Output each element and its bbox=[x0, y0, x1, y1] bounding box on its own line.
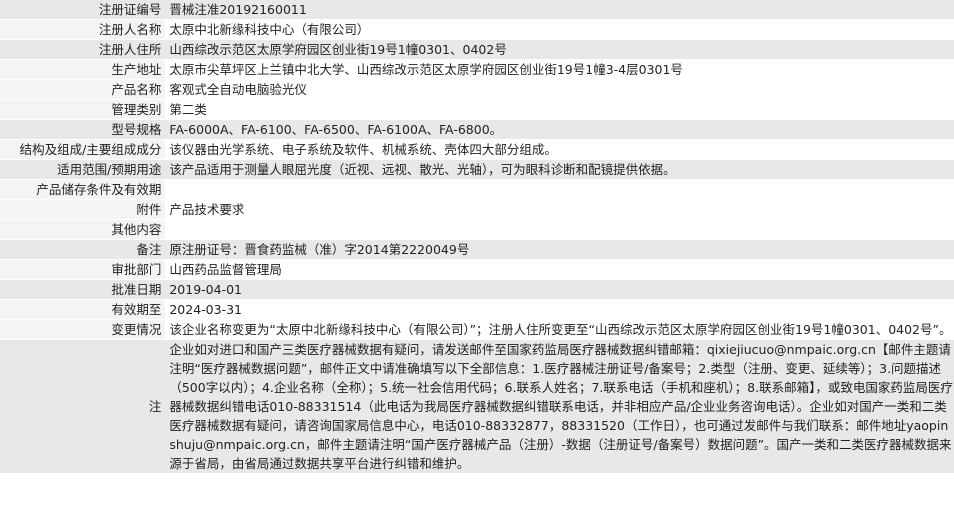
field-value: 太原中北新缘科技中心（有限公司） bbox=[165, 19, 954, 40]
field-value: 企业如对进口和国产三类医疗器械数据有疑问，请发送邮件至国家药监局医疗器械数据纠错… bbox=[165, 339, 954, 474]
table-row: 适用范围/预期用途 该产品适用于测量人眼屈光度（近视、远视、散光、光轴），可为眼… bbox=[0, 159, 954, 180]
table-row: 审批部门 山西药品监督管理局 bbox=[0, 259, 954, 280]
field-label: 注册证编号 bbox=[0, 0, 166, 20]
field-value: 第二类 bbox=[165, 99, 954, 120]
field-label: 备注 bbox=[0, 239, 166, 260]
field-label: 产品名称 bbox=[0, 79, 166, 100]
field-value: FA-6000A、FA-6100、FA-6500、FA-6100A、FA-680… bbox=[165, 119, 954, 140]
field-label: 有效期至 bbox=[0, 299, 166, 320]
field-value: 山西综改示范区太原学府园区创业街19号1幢0301、0402号 bbox=[165, 39, 954, 60]
table-row: 附件 产品技术要求 bbox=[0, 199, 954, 220]
field-label: 审批部门 bbox=[0, 259, 166, 280]
field-label: 产品储存条件及有效期 bbox=[0, 179, 166, 200]
field-value: 2024-03-31 bbox=[165, 299, 954, 320]
table-row: 产品储存条件及有效期 bbox=[0, 179, 954, 200]
table-row: 有效期至 2024-03-31 bbox=[0, 299, 954, 320]
table-row: 注 企业如对进口和国产三类医疗器械数据有疑问，请发送邮件至国家药监局医疗器械数据… bbox=[0, 339, 954, 474]
field-label: 注册人名称 bbox=[0, 19, 166, 40]
table-row: 生产地址 太原市尖草坪区上兰镇中北大学、山西综改示范区太原学府园区创业街19号1… bbox=[0, 59, 954, 80]
table-row: 注册证编号 晋械注准20192160011 bbox=[0, 0, 954, 20]
table-row: 变更情况 该企业名称变更为“太原中北新缘科技中心（有限公司）”；注册人住所变更至… bbox=[0, 319, 954, 340]
field-label: 注册人住所 bbox=[0, 39, 166, 60]
table-row: 结构及组成/主要组成成分 该仪器由光学系统、电子系统及软件、机械系统、壳体四大部… bbox=[0, 139, 954, 160]
table-row: 管理类别 第二类 bbox=[0, 99, 954, 120]
field-label: 注 bbox=[0, 339, 166, 474]
field-value: 晋械注准20192160011 bbox=[165, 0, 954, 20]
table-row: 备注 原注册证号：晋食药监械（准）字2014第2220049号 bbox=[0, 239, 954, 260]
field-label: 管理类别 bbox=[0, 99, 166, 120]
table-row: 其他内容 bbox=[0, 219, 954, 240]
field-value bbox=[165, 219, 954, 240]
table-row: 产品名称 客观式全自动电脑验光仪 bbox=[0, 79, 954, 100]
field-value: 太原市尖草坪区上兰镇中北大学、山西综改示范区太原学府园区创业街19号1幢3-4层… bbox=[165, 59, 954, 80]
field-label: 型号规格 bbox=[0, 119, 166, 140]
field-value: 产品技术要求 bbox=[165, 199, 954, 220]
field-value: 原注册证号：晋食药监械（准）字2014第2220049号 bbox=[165, 239, 954, 260]
table-row: 型号规格 FA-6000A、FA-6100、FA-6500、FA-6100A、F… bbox=[0, 119, 954, 140]
field-label: 变更情况 bbox=[0, 319, 166, 340]
table-row: 注册人名称 太原中北新缘科技中心（有限公司） bbox=[0, 19, 954, 40]
table-row: 注册人住所 山西综改示范区太原学府园区创业街19号1幢0301、0402号 bbox=[0, 39, 954, 60]
field-label: 附件 bbox=[0, 199, 166, 220]
field-value bbox=[165, 179, 954, 200]
field-value: 2019-04-01 bbox=[165, 279, 954, 300]
field-label: 批准日期 bbox=[0, 279, 166, 300]
field-value: 该仪器由光学系统、电子系统及软件、机械系统、壳体四大部分组成。 bbox=[165, 139, 954, 160]
field-value: 山西药品监督管理局 bbox=[165, 259, 954, 280]
field-label: 其他内容 bbox=[0, 219, 166, 240]
field-value: 客观式全自动电脑验光仪 bbox=[165, 79, 954, 100]
field-value: 该产品适用于测量人眼屈光度（近视、远视、散光、光轴），可为眼科诊断和配镜提供依据… bbox=[165, 159, 954, 180]
field-label: 生产地址 bbox=[0, 59, 166, 80]
registration-info-table: 注册证编号 晋械注准20192160011 注册人名称 太原中北新缘科技中心（有… bbox=[0, 0, 954, 474]
table-row: 批准日期 2019-04-01 bbox=[0, 279, 954, 300]
field-value: 该企业名称变更为“太原中北新缘科技中心（有限公司）”；注册人住所变更至“山西综改… bbox=[165, 319, 954, 340]
field-label: 适用范围/预期用途 bbox=[0, 159, 166, 180]
field-label: 结构及组成/主要组成成分 bbox=[0, 139, 166, 160]
